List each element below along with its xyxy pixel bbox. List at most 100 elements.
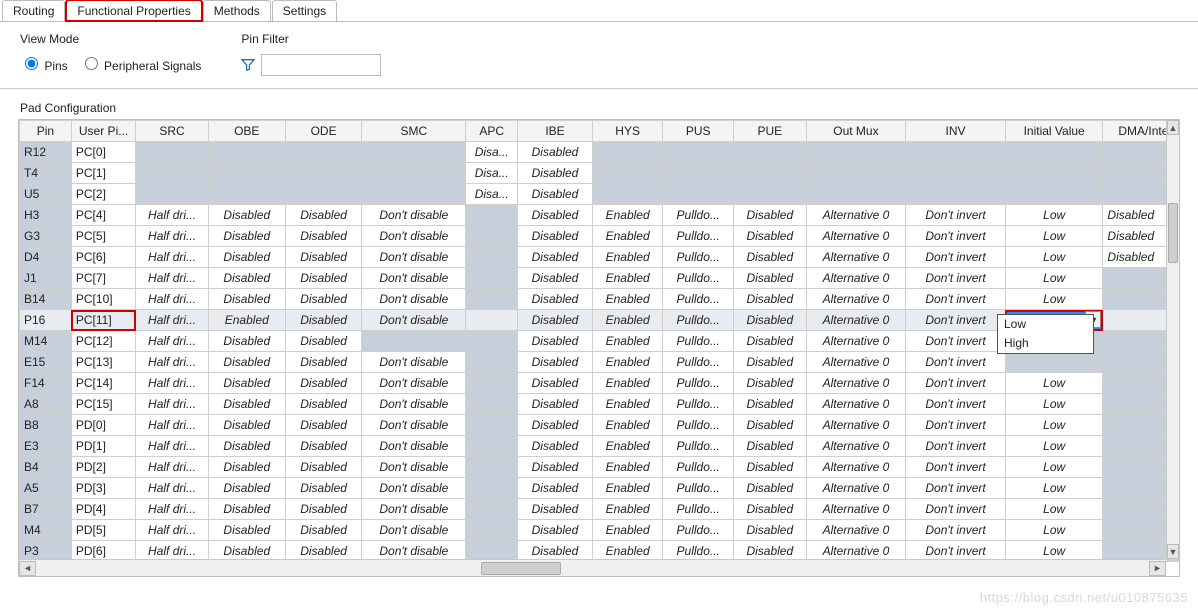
cell-upin[interactable]: PC[4] (71, 205, 135, 226)
cell-smc[interactable]: Don't disable (362, 394, 466, 415)
cell-ode[interactable]: Disabled (285, 436, 362, 457)
cell-ode[interactable]: Disabled (285, 352, 362, 373)
cell-apc[interactable] (466, 289, 518, 310)
cell-ode[interactable]: Disabled (285, 394, 362, 415)
cell-pus[interactable]: Pulldo... (663, 310, 734, 331)
cell-pus[interactable]: Pulldo... (663, 436, 734, 457)
cell-smc[interactable] (362, 331, 466, 352)
cell-pin[interactable]: E15 (20, 352, 72, 373)
cell-mux[interactable]: Alternative 0 (806, 478, 906, 499)
cell-pus[interactable]: Pulldo... (663, 352, 734, 373)
cell-mux[interactable]: Alternative 0 (806, 394, 906, 415)
cell-pin[interactable]: D4 (20, 247, 72, 268)
cell-smc[interactable]: Don't disable (362, 352, 466, 373)
cell-obe[interactable]: Disabled (208, 289, 285, 310)
cell-upin[interactable]: PC[12] (71, 331, 135, 352)
cell-ode[interactable]: Disabled (285, 478, 362, 499)
cell-src[interactable]: Half dri... (136, 457, 209, 478)
cell-pue[interactable]: Disabled (733, 373, 806, 394)
cell-pus[interactable]: Pulldo... (663, 394, 734, 415)
cell-iv[interactable]: Low (1005, 415, 1103, 436)
cell-hys[interactable] (592, 142, 663, 163)
cell-pue[interactable] (733, 142, 806, 163)
cell-pin[interactable]: F14 (20, 373, 72, 394)
cell-pin[interactable]: B4 (20, 457, 72, 478)
cell-apc[interactable]: Disa... (466, 142, 518, 163)
cell-ode[interactable]: Disabled (285, 331, 362, 352)
cell-smc[interactable]: Don't disable (362, 499, 466, 520)
cell-smc[interactable]: Don't disable (362, 226, 466, 247)
cell-inv[interactable]: Don't invert (906, 247, 1006, 268)
cell-iv[interactable]: Low (1005, 457, 1103, 478)
radio-peripheral[interactable]: Peripheral Signals (80, 54, 202, 73)
cell-iv[interactable]: Low (1005, 226, 1103, 247)
cell-apc[interactable] (466, 520, 518, 541)
cell-pue[interactable]: Disabled (733, 331, 806, 352)
cell-upin[interactable]: PD[0] (71, 415, 135, 436)
cell-pus[interactable]: Pulldo... (663, 478, 734, 499)
cell-obe[interactable]: Disabled (208, 352, 285, 373)
cell-ibe[interactable]: Disabled (518, 142, 593, 163)
cell-pus[interactable]: Pulldo... (663, 247, 734, 268)
cell-ibe[interactable]: Disabled (518, 436, 593, 457)
cell-pus[interactable]: Pulldo... (663, 205, 734, 226)
cell-smc[interactable]: Don't disable (362, 415, 466, 436)
cell-src[interactable]: Half dri... (136, 478, 209, 499)
cell-hys[interactable]: Enabled (592, 373, 663, 394)
table-row[interactable]: F14PC[14]Half dri...DisabledDisabledDon'… (20, 373, 1181, 394)
cell-apc[interactable] (466, 226, 518, 247)
table-row[interactable]: B4PD[2]Half dri...DisabledDisabledDon't … (20, 457, 1181, 478)
cell-upin[interactable]: PC[0] (71, 142, 135, 163)
cell-inv[interactable]: Don't invert (906, 331, 1006, 352)
cell-pus[interactable]: Pulldo... (663, 268, 734, 289)
cell-pus[interactable] (663, 184, 734, 205)
cell-obe[interactable]: Disabled (208, 499, 285, 520)
cell-inv[interactable] (906, 163, 1006, 184)
cell-ibe[interactable]: Disabled (518, 247, 593, 268)
cell-pus[interactable]: Pulldo... (663, 373, 734, 394)
vertical-scrollbar[interactable]: ▲ ▼ (1166, 120, 1179, 559)
cell-mux[interactable] (806, 184, 906, 205)
table-row[interactable]: R12PC[0]Disa...Disabled (20, 142, 1181, 163)
tab-settings[interactable]: Settings (272, 0, 337, 21)
table-row[interactable]: G3PC[5]Half dri...DisabledDisabledDon't … (20, 226, 1181, 247)
cell-apc[interactable] (466, 478, 518, 499)
cell-hys[interactable]: Enabled (592, 352, 663, 373)
cell-mux[interactable]: Alternative 0 (806, 373, 906, 394)
cell-pus[interactable]: Pulldo... (663, 415, 734, 436)
cell-smc[interactable]: Don't disable (362, 205, 466, 226)
tab-functional-properties[interactable]: Functional Properties (66, 0, 201, 21)
cell-inv[interactable]: Don't invert (906, 457, 1006, 478)
cell-apc[interactable] (466, 268, 518, 289)
cell-pue[interactable]: Disabled (733, 352, 806, 373)
table-row[interactable]: H3PC[4]Half dri...DisabledDisabledDon't … (20, 205, 1181, 226)
cell-ode[interactable]: Disabled (285, 247, 362, 268)
cell-pin[interactable]: A5 (20, 478, 72, 499)
cell-ibe[interactable]: Disabled (518, 478, 593, 499)
cell-pue[interactable]: Disabled (733, 499, 806, 520)
cell-obe[interactable] (208, 163, 285, 184)
cell-ibe[interactable]: Disabled (518, 226, 593, 247)
cell-ibe[interactable]: Disabled (518, 205, 593, 226)
cell-pin[interactable]: P16 (20, 310, 72, 331)
cell-pin[interactable]: J1 (20, 268, 72, 289)
cell-ode[interactable]: Disabled (285, 310, 362, 331)
cell-obe[interactable]: Disabled (208, 394, 285, 415)
cell-ibe[interactable]: Disabled (518, 394, 593, 415)
cell-ibe[interactable]: Disabled (518, 457, 593, 478)
cell-smc[interactable]: Don't disable (362, 247, 466, 268)
cell-upin[interactable]: PC[2] (71, 184, 135, 205)
cell-pus[interactable] (663, 163, 734, 184)
table-row[interactable]: D4PC[6]Half dri...DisabledDisabledDon't … (20, 247, 1181, 268)
cell-src[interactable]: Half dri... (136, 268, 209, 289)
cell-apc[interactable] (466, 205, 518, 226)
cell-pin[interactable]: E3 (20, 436, 72, 457)
col-header[interactable]: IBE (518, 121, 593, 142)
cell-src[interactable]: Half dri... (136, 352, 209, 373)
table-row[interactable]: A8PC[15]Half dri...DisabledDisabledDon't… (20, 394, 1181, 415)
cell-apc[interactable]: Disa... (466, 163, 518, 184)
cell-pue[interactable]: Disabled (733, 478, 806, 499)
cell-pue[interactable]: Disabled (733, 436, 806, 457)
cell-src[interactable]: Half dri... (136, 226, 209, 247)
cell-pus[interactable] (663, 142, 734, 163)
